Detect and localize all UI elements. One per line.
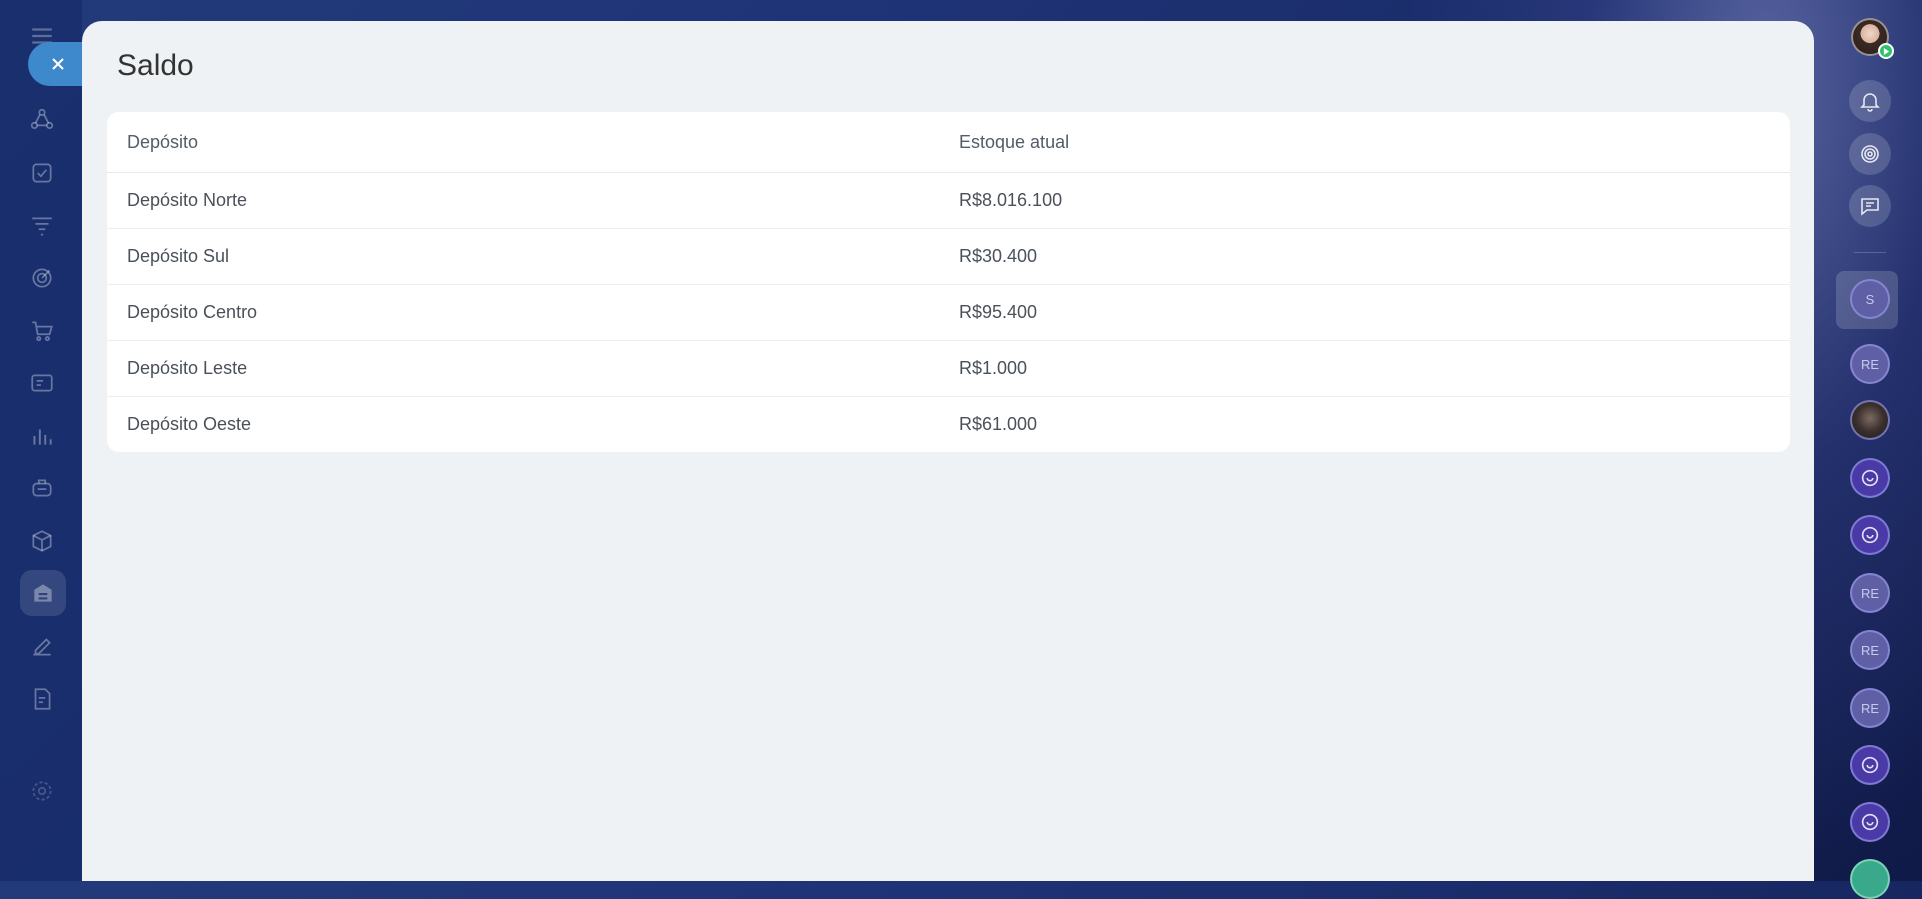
target-icon[interactable] — [26, 262, 58, 294]
online-status-icon — [1878, 43, 1894, 59]
chat-avatar-initials: S — [1865, 291, 1875, 307]
cell-stock: R$1.000 — [959, 358, 1028, 378]
cell-stock: R$95.400 — [959, 302, 1038, 322]
table-row[interactable]: Depósito Oeste R$61.000 — [107, 397, 1790, 453]
chat-avatar[interactable]: RE — [1850, 630, 1890, 670]
sales-funnel-icon[interactable] — [26, 210, 58, 242]
copilot-icon — [1861, 145, 1879, 163]
right-rail-divider — [1854, 252, 1886, 253]
cell-warehouse: Depósito Centro — [127, 302, 258, 322]
cell-stock: R$8.016.100 — [959, 190, 1063, 210]
openline-icon — [1861, 813, 1879, 831]
openline-icon — [1861, 526, 1879, 544]
settings-icon[interactable] — [26, 775, 58, 807]
chat-avatar[interactable] — [1850, 859, 1890, 899]
messenger-button[interactable] — [1849, 185, 1891, 227]
chat-avatar-openline[interactable] — [1850, 802, 1890, 842]
warehouse-icon[interactable] — [20, 570, 66, 616]
cell-warehouse: Depósito Sul — [127, 246, 230, 266]
close-icon — [52, 58, 64, 70]
chat-avatar-openline[interactable] — [1850, 458, 1890, 498]
chat-avatar[interactable]: RE — [1850, 688, 1890, 728]
automation-icon[interactable] — [26, 472, 58, 504]
chat-avatar[interactable]: RE — [1850, 344, 1890, 384]
page-title: Saldo — [117, 49, 194, 82]
chat-avatar[interactable]: RE — [1850, 573, 1890, 613]
chat-icon — [1861, 198, 1879, 216]
openline-icon — [1861, 756, 1879, 774]
document-icon[interactable] — [26, 683, 58, 715]
chat-avatar-openline[interactable] — [1850, 745, 1890, 785]
analytics-icon[interactable] — [26, 420, 58, 452]
chat-avatar-initials: RE — [1860, 700, 1880, 716]
table-row[interactable]: Depósito Centro R$95.400 — [107, 285, 1790, 341]
chat-avatar-initials: RE — [1860, 585, 1880, 601]
crm-icon[interactable] — [26, 104, 58, 136]
chat-avatar-openline[interactable] — [1850, 515, 1890, 555]
cell-stock: R$61.000 — [959, 414, 1038, 434]
openline-icon — [1861, 469, 1879, 487]
stock-table-card: Depósito Estoque atual Depósito Norte R$… — [107, 112, 1790, 452]
slider-panel: Saldo Depósito Estoque atual Depósito No… — [82, 21, 1814, 881]
table-header-row: Depósito Estoque atual — [107, 112, 1790, 173]
contact-center-icon[interactable] — [26, 367, 58, 399]
cell-warehouse: Depósito Norte — [127, 190, 248, 210]
chat-avatar-initials: RE — [1860, 642, 1880, 658]
left-sidebar — [0, 0, 82, 881]
cell-warehouse: Depósito Oeste — [127, 414, 252, 434]
right-sidebar: S RE RE RE RE — [1814, 0, 1922, 899]
table-row[interactable]: Depósito Norte R$8.016.100 — [107, 173, 1790, 229]
sign-icon[interactable] — [26, 630, 58, 662]
stock-table: Depósito Estoque atual Depósito Norte R$… — [107, 112, 1790, 452]
cell-warehouse: Depósito Leste — [127, 358, 248, 378]
chat-avatar-initials: RE — [1860, 356, 1880, 372]
column-header-current-stock[interactable]: Estoque atual — [939, 112, 1790, 173]
cart-icon[interactable] — [26, 315, 58, 347]
notifications-button[interactable] — [1849, 80, 1891, 122]
column-header-warehouse[interactable]: Depósito — [107, 112, 939, 173]
table-row[interactable]: Depósito Leste R$1.000 — [107, 341, 1790, 397]
chat-avatar[interactable] — [1850, 400, 1890, 440]
chat-avatar[interactable]: S — [1850, 279, 1890, 319]
cell-stock: R$30.400 — [959, 246, 1038, 266]
tasks-icon[interactable] — [26, 157, 58, 189]
table-row[interactable]: Depósito Sul R$30.400 — [107, 229, 1790, 285]
copilot-button[interactable] — [1849, 133, 1891, 175]
inventory-icon[interactable] — [26, 525, 58, 557]
bell-icon — [1860, 93, 1880, 112]
